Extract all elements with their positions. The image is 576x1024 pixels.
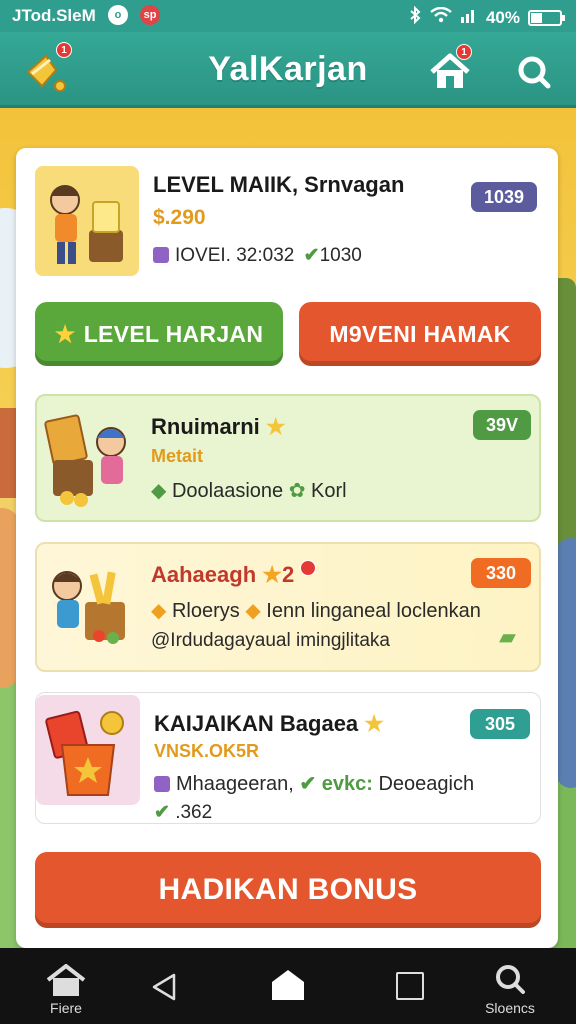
notification-dot-icon: o xyxy=(108,5,128,25)
task-card-3-note: ✔ .362 xyxy=(154,801,212,824)
task-card-3[interactable]: KAIJAIKAN Bagaea ★ VNSK.OK5R Mhaageeran,… xyxy=(35,692,541,824)
home-icon xyxy=(46,964,86,996)
hamak-button[interactable]: M9VENI HAMAK xyxy=(299,302,541,366)
recents-square-icon xyxy=(396,972,424,1000)
check-icon: ✔ xyxy=(303,245,320,266)
search-icon xyxy=(496,965,525,994)
task-card-1-detail-b: Korl xyxy=(311,480,347,502)
task-card-1[interactable]: Rnuimarni ★ Metait ◆ Doolaasione ✿ Korl … xyxy=(35,394,541,522)
task-card-1-title: Rnuimarni ★ xyxy=(151,414,286,440)
nav-search[interactable]: Sloencs xyxy=(472,948,548,1024)
task-card-3-detail-b: evkc: xyxy=(321,773,373,795)
character-decoration-right xyxy=(556,538,576,788)
task-card-2-detail-b: Ienn linganeal loclenkan xyxy=(266,600,481,622)
task-card-2-title-text: Aahaeagh xyxy=(151,562,257,587)
task-card-1-thumbnail xyxy=(41,404,145,514)
kid-with-basket-illustration xyxy=(52,571,125,644)
status-icons: 40% xyxy=(408,5,565,29)
battery-percent: 40% xyxy=(485,7,520,27)
app-title: YalKarjan xyxy=(208,50,368,88)
star-icon: ★ xyxy=(364,711,385,736)
task-card-1-subtitle: Metait xyxy=(151,446,204,466)
home-button[interactable]: 1 xyxy=(424,44,476,98)
back-triangle-icon xyxy=(152,973,176,1001)
task-card-2-detail-a: Rloerys xyxy=(171,600,240,622)
level-meta: IOVEI. 32:032 ✔1030 xyxy=(153,244,362,267)
task-card-3-detail: Mhaageeran, ✔ evkc: Deoeagich xyxy=(154,771,474,796)
task-card-2-title-suffix: 2 xyxy=(282,562,295,587)
task-card-3-badge: 305 xyxy=(470,709,530,739)
nav-recents[interactable] xyxy=(386,948,434,1024)
task-card-2-title: Aahaeagh ★2 xyxy=(151,560,317,588)
box-icon: ◆ xyxy=(151,600,167,622)
level-meta-count: 1030 xyxy=(319,245,362,266)
bluetooth-icon xyxy=(408,5,422,29)
cash-icon: ✿ xyxy=(288,480,306,502)
task-card-3-thumbnail xyxy=(36,695,140,805)
bonus-label: HADIKAN BONUS xyxy=(158,873,418,906)
home-pentagon-icon xyxy=(272,970,304,1000)
alert-badge-icon xyxy=(300,560,317,576)
task-card-3-detail-a: Mhaageeran, xyxy=(176,773,294,795)
level-harjan-button[interactable]: ★ LEVEL HARJAN xyxy=(35,302,283,366)
star-icon: ★ xyxy=(262,562,283,587)
nav-back[interactable] xyxy=(140,948,188,1024)
kid-with-tickets-illustration xyxy=(44,414,126,507)
search-icon xyxy=(518,56,551,89)
wifi-icon xyxy=(430,6,452,28)
cup-with-ticket-illustration xyxy=(45,710,124,796)
task-card-3-subtitle: VNSK.OK5R xyxy=(154,741,260,761)
level-harjan-label: LEVEL HARJAN xyxy=(83,321,264,347)
task-card-3-title: KAIJAIKAN Bagaea ★ xyxy=(154,711,384,737)
level-points-badge: 1039 xyxy=(471,182,537,212)
bonus-button[interactable]: HADIKAN BONUS xyxy=(35,852,541,928)
nav-home[interactable]: Fiere xyxy=(30,948,102,1024)
level-meta-icon xyxy=(153,247,169,263)
cash-icon: ▰ xyxy=(499,624,516,649)
leaf-icon: ◆ xyxy=(151,480,167,502)
star-icon: ★ xyxy=(54,321,76,347)
task-card-3-note-text: .362 xyxy=(175,802,213,823)
battery-fill xyxy=(531,12,543,23)
check-icon: ✔ xyxy=(299,773,317,795)
task-card-2-thumbnail xyxy=(41,552,145,662)
home-badge: 1 xyxy=(456,44,472,60)
task-card-3-title-text: KAIJAIKAN Bagaea xyxy=(154,711,359,736)
level-thumbnail xyxy=(35,166,139,276)
task-card-2-note: @Irdudagayaual imingjlitaka xyxy=(151,630,390,651)
task-card-1-title-text: Rnuimarni xyxy=(151,414,260,439)
nav-search-label: Sloencs xyxy=(485,1000,535,1016)
level-title: LEVEL MAIIK, Srnvagan xyxy=(153,172,405,197)
carrier-label: JTod.SleM xyxy=(12,6,96,25)
calendar-icon xyxy=(154,776,170,792)
level-amount: $.290 xyxy=(153,206,206,229)
nav-home-system[interactable] xyxy=(262,948,314,1024)
search-button[interactable] xyxy=(508,46,560,98)
notification-app-icon: sp xyxy=(140,5,160,25)
hamak-label: M9VENI HAMAK xyxy=(329,321,511,347)
level-summary-card[interactable]: LEVEL MAIIK, Srnvagan $.290 IOVEI. 32:03… xyxy=(35,162,541,282)
task-card-2-badge: 330 xyxy=(471,558,531,588)
nav-home-label: Fiere xyxy=(50,1000,82,1016)
task-card-1-badge: 39V xyxy=(473,410,531,440)
star-icon: ★ xyxy=(265,414,286,439)
check-icon: ✔ xyxy=(154,802,170,823)
main-panel: LEVEL MAIIK, Srnvagan $.290 IOVEI. 32:03… xyxy=(16,148,558,948)
app-header: 1 YalKarjan 1 xyxy=(0,32,576,108)
signal-icon xyxy=(460,7,478,28)
task-card-2[interactable]: Aahaeagh ★2 ◆ Rloerys ◆ Ienn linganeal l… xyxy=(35,542,541,672)
status-bar: JTod.SleM o sp 40% xyxy=(0,0,576,32)
app-screen: JTod.SleM o sp 40% 1 YalKarjan 1 LEVEL M… xyxy=(0,0,576,1024)
battery-icon xyxy=(528,9,565,26)
box-icon: ◆ xyxy=(245,600,261,622)
bottom-nav-bar: Fiere Sloencs xyxy=(0,948,576,1024)
task-card-3-detail-c: Deoeagich xyxy=(378,773,475,795)
task-card-1-detail-a: Doolaasione xyxy=(171,480,284,502)
level-meta-text: IOVEI. 32:032 xyxy=(175,245,295,266)
task-card-2-detail: ◆ Rloerys ◆ Ienn linganeal loclenkan xyxy=(151,598,481,623)
task-card-1-detail: ◆ Doolaasione ✿ Korl xyxy=(151,478,347,503)
kid-with-drink-illustration xyxy=(50,185,123,264)
